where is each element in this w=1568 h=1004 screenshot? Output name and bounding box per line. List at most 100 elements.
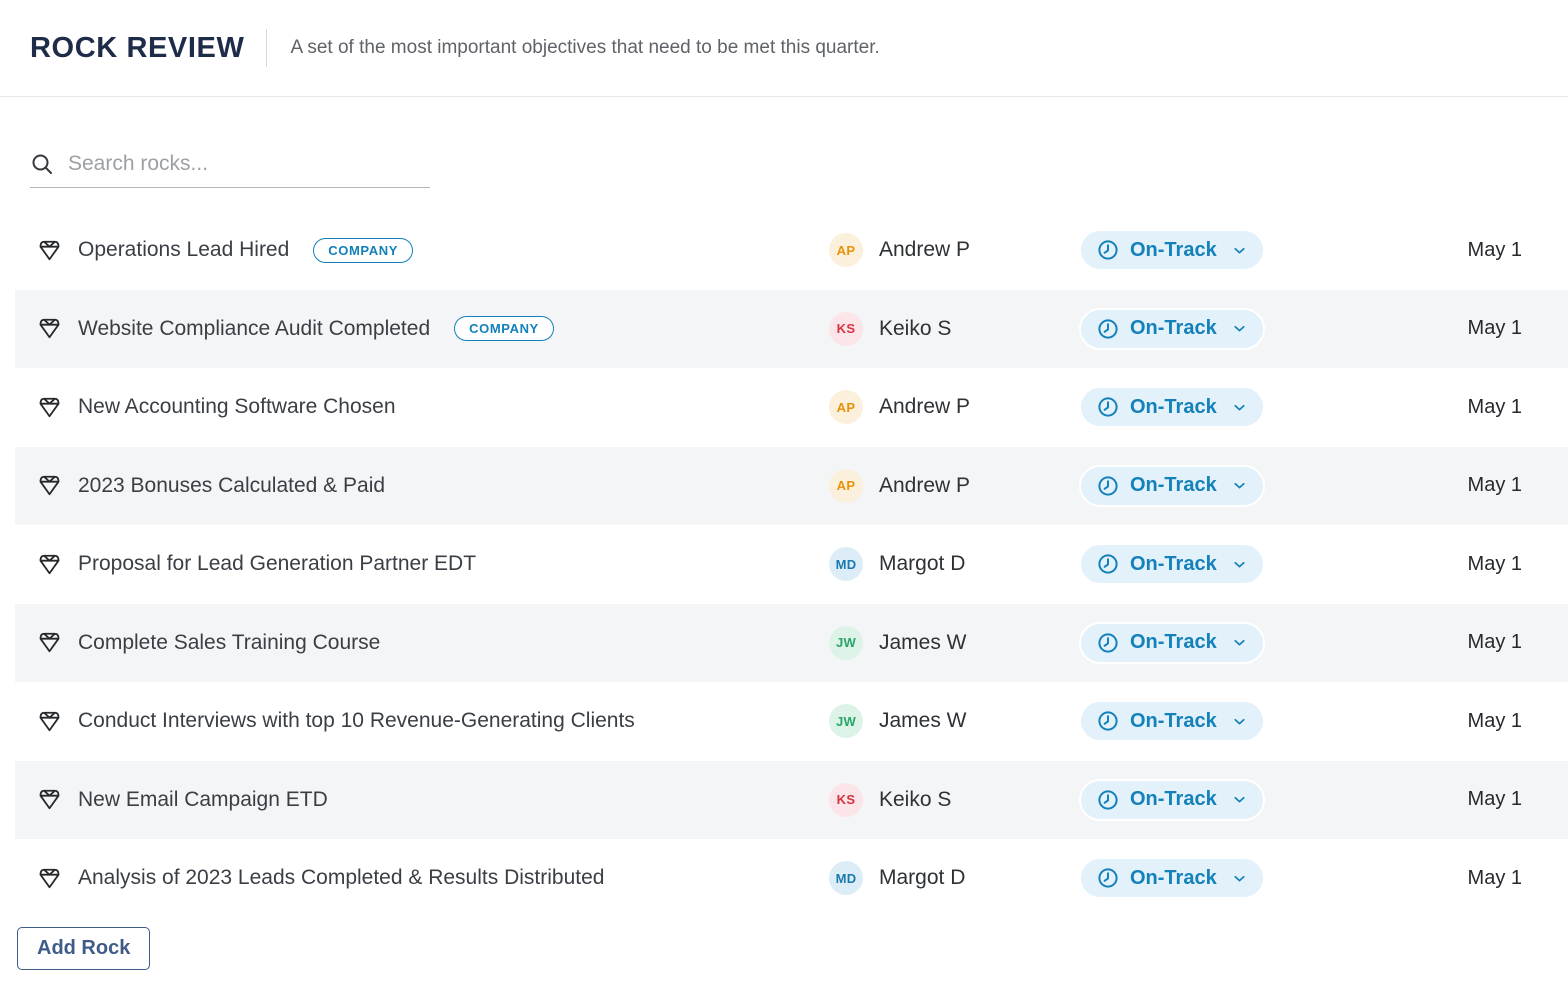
- rock-row[interactable]: Operations Lead Hired COMPANY AP Andrew …: [15, 211, 1568, 290]
- rock-title: Proposal for Lead Generation Partner EDT: [78, 552, 476, 576]
- page-subtitle: A set of the most important objectives t…: [290, 37, 879, 59]
- status-pill[interactable]: On-Track: [1079, 779, 1265, 821]
- owner-cell: MD Margot D: [829, 547, 1079, 581]
- rock-title: Complete Sales Training Course: [78, 631, 380, 655]
- chevron-down-icon[interactable]: [1231, 870, 1248, 887]
- company-badge: COMPANY: [313, 238, 413, 263]
- owner-name: James W: [879, 631, 967, 655]
- rock-row[interactable]: New Email Campaign ETD KS Keiko S On-Tra…: [15, 761, 1568, 840]
- rock-row[interactable]: Website Compliance Audit Completed COMPA…: [15, 290, 1568, 369]
- diamond-icon: [36, 786, 63, 813]
- status-pill[interactable]: On-Track: [1079, 700, 1265, 742]
- due-date: May 1: [1284, 317, 1522, 340]
- chevron-down-icon[interactable]: [1231, 399, 1248, 416]
- clock-icon: [1096, 474, 1120, 498]
- rock-main-cell: Website Compliance Audit Completed COMPA…: [36, 315, 829, 342]
- status-label: On-Track: [1130, 710, 1217, 733]
- rock-row[interactable]: Proposal for Lead Generation Partner EDT…: [15, 525, 1568, 604]
- rock-title: New Accounting Software Chosen: [78, 395, 396, 419]
- owner-cell: KS Keiko S: [829, 783, 1079, 817]
- clock-icon: [1096, 631, 1120, 655]
- diamond-icon: [36, 315, 63, 342]
- owner-cell: AP Andrew P: [829, 233, 1079, 267]
- rock-main-cell: Conduct Interviews with top 10 Revenue-G…: [36, 708, 829, 735]
- avatar: MD: [829, 547, 863, 581]
- due-date: May 1: [1284, 710, 1522, 733]
- rock-row[interactable]: Analysis of 2023 Leads Completed & Resul…: [15, 839, 1568, 918]
- avatar: JW: [829, 704, 863, 738]
- status-pill[interactable]: On-Track: [1079, 543, 1265, 585]
- rock-row[interactable]: New Accounting Software Chosen AP Andrew…: [15, 368, 1568, 447]
- avatar: AP: [829, 233, 863, 267]
- rock-row[interactable]: Complete Sales Training Course JW James …: [15, 604, 1568, 683]
- rock-row[interactable]: 2023 Bonuses Calculated & Paid AP Andrew…: [15, 447, 1568, 526]
- owner-name: Andrew P: [879, 395, 970, 419]
- owner-cell: MD Margot D: [829, 861, 1079, 895]
- owner-name: Margot D: [879, 552, 965, 576]
- avatar: KS: [829, 312, 863, 346]
- chevron-down-icon[interactable]: [1231, 242, 1248, 259]
- owner-cell: AP Andrew P: [829, 469, 1079, 503]
- status-cell: On-Track: [1079, 465, 1284, 507]
- clock-icon: [1096, 866, 1120, 890]
- owner-cell: JW James W: [829, 626, 1079, 660]
- status-label: On-Track: [1130, 553, 1217, 576]
- status-pill[interactable]: On-Track: [1079, 465, 1265, 507]
- due-date: May 1: [1284, 631, 1522, 654]
- avatar: KS: [829, 783, 863, 817]
- rock-main-cell: New Accounting Software Chosen: [36, 394, 829, 421]
- clock-icon: [1096, 709, 1120, 733]
- chevron-down-icon[interactable]: [1231, 556, 1248, 573]
- owner-cell: KS Keiko S: [829, 312, 1079, 346]
- chevron-down-icon[interactable]: [1231, 634, 1248, 651]
- chevron-down-icon[interactable]: [1231, 713, 1248, 730]
- owner-name: Margot D: [879, 866, 965, 890]
- owner-cell: JW James W: [829, 704, 1079, 738]
- chevron-down-icon[interactable]: [1231, 320, 1248, 337]
- rock-row[interactable]: Conduct Interviews with top 10 Revenue-G…: [15, 682, 1568, 761]
- avatar: AP: [829, 390, 863, 424]
- rock-title: 2023 Bonuses Calculated & Paid: [78, 474, 385, 498]
- due-date: May 1: [1284, 396, 1522, 419]
- diamond-icon: [36, 551, 63, 578]
- status-cell: On-Track: [1079, 543, 1284, 585]
- rock-title: Conduct Interviews with top 10 Revenue-G…: [78, 709, 635, 733]
- status-label: On-Track: [1130, 867, 1217, 890]
- clock-icon: [1096, 317, 1120, 341]
- add-rock-button[interactable]: Add Rock: [17, 927, 150, 970]
- status-pill[interactable]: On-Track: [1079, 622, 1265, 664]
- rock-main-cell: Proposal for Lead Generation Partner EDT: [36, 551, 829, 578]
- status-label: On-Track: [1130, 474, 1217, 497]
- owner-cell: AP Andrew P: [829, 390, 1079, 424]
- header-divider: [266, 29, 267, 67]
- chevron-down-icon[interactable]: [1231, 477, 1248, 494]
- diamond-icon: [36, 629, 63, 656]
- rock-main-cell: Complete Sales Training Course: [36, 629, 829, 656]
- avatar: AP: [829, 469, 863, 503]
- owner-name: Keiko S: [879, 788, 951, 812]
- status-pill[interactable]: On-Track: [1079, 308, 1265, 350]
- status-pill[interactable]: On-Track: [1079, 386, 1265, 428]
- diamond-icon: [36, 472, 63, 499]
- search-input[interactable]: [68, 140, 430, 187]
- status-cell: On-Track: [1079, 857, 1284, 899]
- status-label: On-Track: [1130, 788, 1217, 811]
- status-cell: On-Track: [1079, 386, 1284, 428]
- diamond-icon: [36, 865, 63, 892]
- status-label: On-Track: [1130, 396, 1217, 419]
- page-title: ROCK REVIEW: [30, 32, 244, 65]
- status-pill[interactable]: On-Track: [1079, 857, 1265, 899]
- status-pill[interactable]: On-Track: [1079, 229, 1265, 271]
- rock-title: Website Compliance Audit Completed: [78, 317, 430, 341]
- clock-icon: [1096, 395, 1120, 419]
- rock-main-cell: Analysis of 2023 Leads Completed & Resul…: [36, 865, 829, 892]
- diamond-icon: [36, 394, 63, 421]
- rock-title: New Email Campaign ETD: [78, 788, 328, 812]
- clock-icon: [1096, 552, 1120, 576]
- rock-title: Operations Lead Hired: [78, 238, 289, 262]
- chevron-down-icon[interactable]: [1231, 791, 1248, 808]
- due-date: May 1: [1284, 867, 1522, 890]
- page-header: ROCK REVIEW A set of the most important …: [0, 0, 1568, 97]
- status-cell: On-Track: [1079, 779, 1284, 821]
- owner-name: Andrew P: [879, 238, 970, 262]
